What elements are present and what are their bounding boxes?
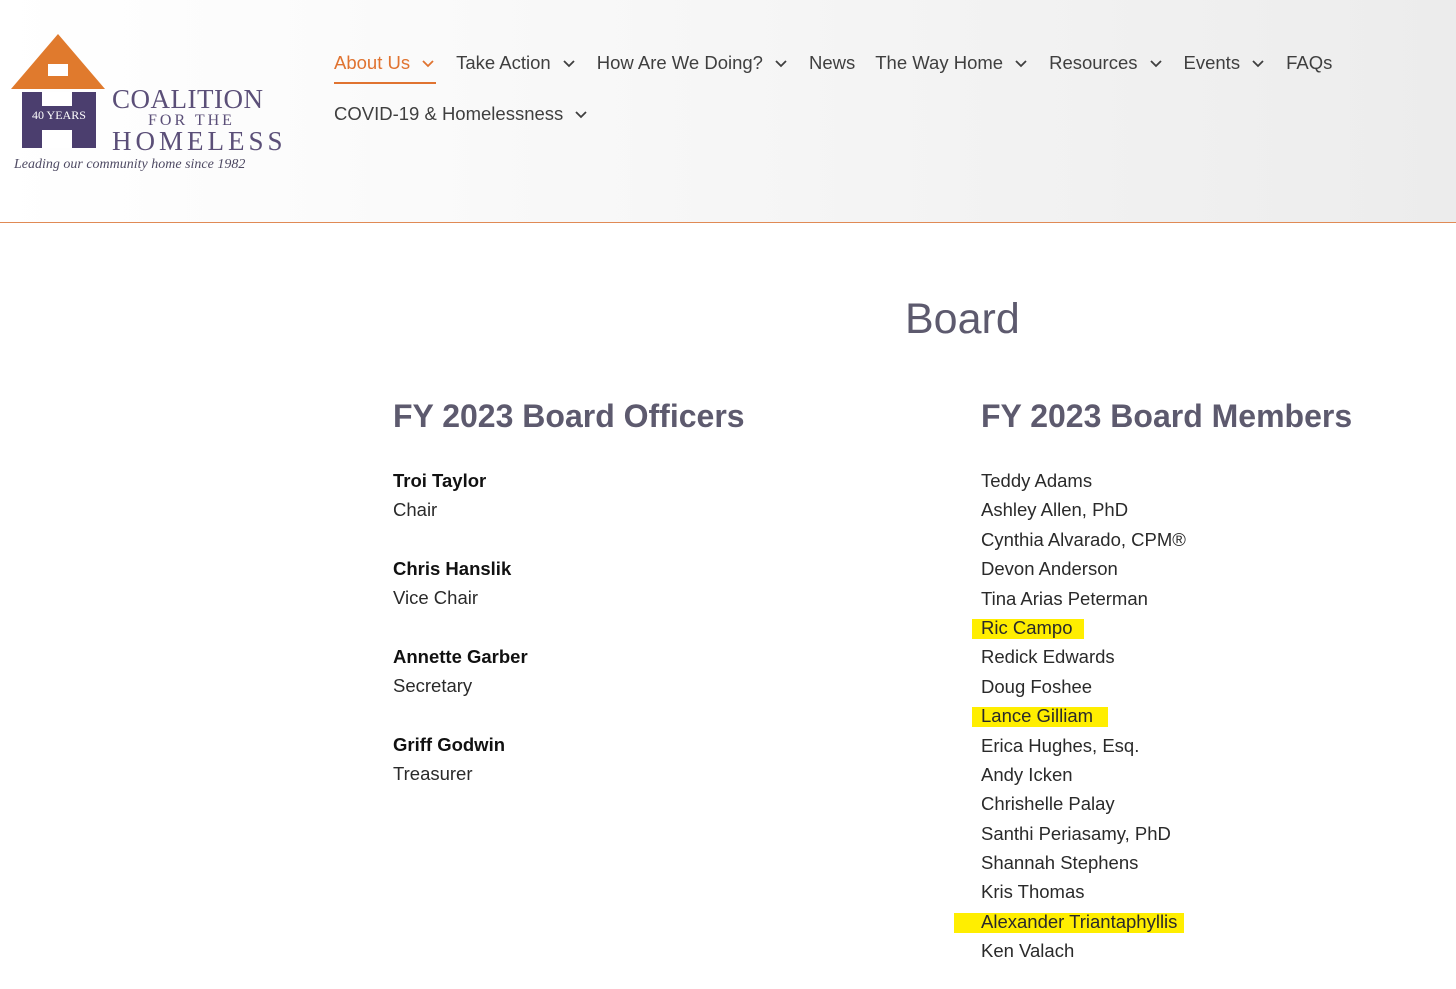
site-header: 40 YEARS COALITION FOR THE HOMELESS Lead… <box>0 0 1456 223</box>
member-name: Erica Hughes, Esq. <box>981 734 1140 756</box>
officer-role: Vice Chair <box>393 587 479 608</box>
member-name: Shannah Stephens <box>981 852 1139 874</box>
logo-tagline: Leading our community home since 1982 <box>14 157 246 172</box>
member-name: Ashley Allen, PhD <box>981 499 1129 521</box>
members-list: Teddy Adams Ashley Allen, PhD Cynthia Al… <box>954 466 1186 966</box>
member-item: Redick Edwards <box>981 642 1186 671</box>
member-item-highlighted: Lance Gilliam <box>972 701 1186 730</box>
nav-item-label: Events <box>1183 52 1241 73</box>
officer-entry: Troi Taylor Chair <box>393 466 528 554</box>
officer-name: Annette Garber <box>393 646 528 667</box>
page-title: Board <box>905 295 1020 343</box>
nav-item-label: The Way Home <box>875 52 1004 73</box>
member-name: Ric Campo <box>981 616 1073 638</box>
member-name: Chrishelle Palay <box>981 793 1115 815</box>
nav-row-2: COVID-19 & Homelessness <box>334 103 609 135</box>
member-item: Santhi Periasamy, PhD <box>981 819 1186 848</box>
officer-name: Chris Hanslik <box>393 558 512 579</box>
nav-item-faqs[interactable]: FAQs <box>1286 52 1332 84</box>
nav-item-take-action[interactable]: Take Action <box>456 52 577 84</box>
member-name: Lance Gilliam <box>981 705 1094 727</box>
nav-item-label: COVID-19 & Homelessness <box>334 103 564 124</box>
nav-item-the-way-home[interactable]: The Way Home <box>875 52 1029 84</box>
chevron-down-icon <box>1148 55 1164 71</box>
nav-item-covid-19[interactable]: COVID-19 & Homelessness <box>334 103 589 135</box>
member-name: Santhi Periasamy, PhD <box>981 822 1171 844</box>
site-logo[interactable]: 40 YEARS COALITION FOR THE HOMELESS Lead… <box>10 34 283 179</box>
officer-name: Troi Taylor <box>393 470 487 491</box>
chevron-down-icon <box>773 55 789 71</box>
member-item: Cynthia Alvarado, CPM® <box>981 525 1186 554</box>
member-item: Ashley Allen, PhD <box>981 495 1186 524</box>
member-name: Teddy Adams <box>981 470 1093 491</box>
member-name: Alexander Triantaphyllis <box>981 910 1178 932</box>
officer-role: Treasurer <box>393 763 473 784</box>
nav-row-1: About Us Take Action How Are We Doing? N… <box>334 52 1352 84</box>
members-heading: FY 2023 Board Members <box>981 398 1353 434</box>
officer-entry: Chris Hanslik Vice Chair <box>393 554 528 642</box>
member-name: Andy Icken <box>981 763 1073 785</box>
nav-item-resources[interactable]: Resources <box>1049 52 1163 84</box>
chevron-down-icon <box>420 55 436 71</box>
officer-name: Griff Godwin <box>393 734 506 755</box>
chevron-down-icon <box>561 55 577 71</box>
member-name: Ken Valach <box>981 940 1075 962</box>
officers-heading: FY 2023 Board Officers <box>393 398 745 434</box>
officer-role: Chair <box>393 499 438 520</box>
logo-coalition: COALITION <box>112 84 264 114</box>
officer-entry: Griff Godwin Treasurer <box>393 730 528 818</box>
member-name: Redick Edwards <box>981 646 1115 668</box>
member-item-highlighted: Ric Campo <box>972 613 1186 642</box>
chevron-down-icon <box>1250 55 1266 71</box>
officers-list: Troi Taylor Chair Chris Hanslik Vice Cha… <box>393 466 528 818</box>
member-item: Doug Foshee <box>981 672 1186 701</box>
member-name: Kris Thomas <box>981 881 1085 903</box>
member-item: Shannah Stephens <box>981 848 1186 877</box>
member-item: Teddy Adams <box>981 466 1186 495</box>
nav-item-news[interactable]: News <box>809 52 855 84</box>
member-item: Kris Thomas <box>981 877 1186 906</box>
chevron-down-icon <box>1013 55 1029 71</box>
member-name: Devon Anderson <box>981 558 1118 580</box>
member-item-highlighted: Alexander Triantaphyllis <box>954 907 1186 936</box>
nav-item-about-us[interactable]: About Us <box>334 52 437 84</box>
house-logo-icon <box>11 34 105 148</box>
officer-role: Secretary <box>393 675 473 696</box>
member-name: Tina Arias Peterman <box>981 587 1148 609</box>
member-name: Cynthia Alvarado, CPM® <box>981 528 1186 550</box>
nav-item-label: Take Action <box>456 52 551 73</box>
nav-item-label: FAQs <box>1286 52 1333 73</box>
nav-item-label: How Are We Doing? <box>596 52 763 73</box>
member-item: Tina Arias Peterman <box>981 584 1186 613</box>
chevron-down-icon <box>573 106 589 122</box>
member-item: Andy Icken <box>981 760 1186 789</box>
logo-years: 40 YEARS <box>32 108 86 122</box>
officer-entry: Annette Garber Secretary <box>393 642 528 730</box>
nav-item-how-are-we-doing[interactable]: How Are We Doing? <box>597 52 789 84</box>
nav-item-label: News <box>808 52 856 73</box>
nav-item-label: About Us <box>334 52 411 73</box>
nav-item-events[interactable]: Events <box>1184 52 1267 84</box>
nav-item-label: Resources <box>1049 52 1138 73</box>
member-name: Doug Foshee <box>981 675 1093 697</box>
logo-homeless: HOMELESS <box>112 126 287 156</box>
member-item: Erica Hughes, Esq. <box>981 731 1186 760</box>
member-item: Devon Anderson <box>981 554 1186 583</box>
member-item: Ken Valach <box>981 936 1186 965</box>
member-item: Chrishelle Palay <box>981 789 1186 818</box>
